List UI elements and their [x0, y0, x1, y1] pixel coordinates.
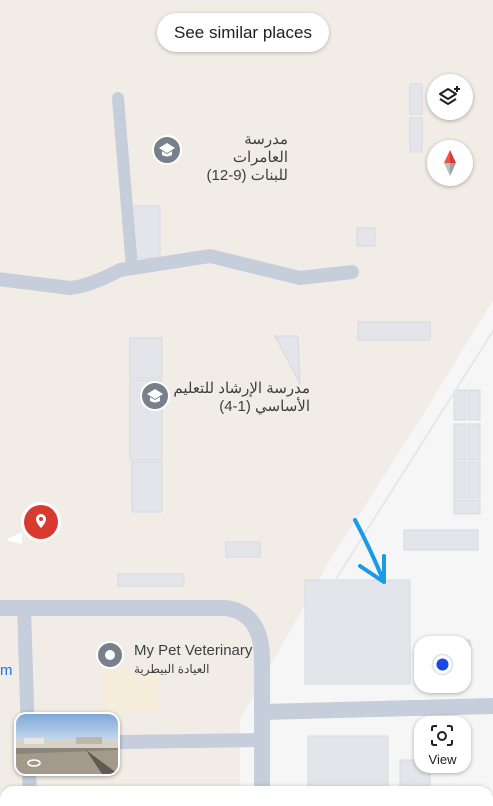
building [117, 573, 185, 587]
lens-view-button[interactable]: View [414, 716, 471, 773]
building [467, 423, 481, 461]
bottom-sheet-edge[interactable] [0, 786, 493, 806]
red-pin-marker [6, 502, 61, 544]
building [453, 499, 481, 515]
road [112, 92, 138, 274]
place-name-line: مدرسة العامرات [232, 131, 288, 166]
building [304, 579, 411, 685]
place-pin-icon [96, 641, 124, 669]
layers-plus-icon [439, 86, 460, 105]
place-label-school-2[interactable]: مدرسة الإرشاد للتعليم الأساسي (1-4) [160, 380, 310, 416]
see-similar-places-button[interactable]: See similar places [157, 13, 329, 52]
rotate-360-icon [27, 759, 41, 767]
compass-icon [444, 150, 456, 176]
building [409, 117, 423, 153]
see-similar-places-label: See similar places [174, 22, 312, 42]
building [467, 461, 481, 499]
building [356, 227, 376, 247]
building [453, 389, 467, 421]
place-name-line: للبنات (9-12) [206, 167, 288, 184]
place-name-line: مدرسة الإرشاد للتعليم [173, 380, 310, 397]
my-location-icon [431, 653, 454, 676]
compass-button[interactable] [427, 140, 473, 186]
my-location-button[interactable] [414, 636, 471, 693]
street-view-thumbnail[interactable] [14, 712, 120, 776]
place-name-line: My Pet Veterinary [134, 642, 253, 659]
edge-label: m [0, 662, 13, 679]
place-name-line: الأساسي (1-4) [219, 398, 310, 415]
building [131, 461, 163, 513]
camera-lens-icon [431, 725, 453, 746]
building [403, 529, 479, 551]
building [453, 461, 467, 499]
view-label: View [428, 752, 457, 767]
school-icon [152, 135, 182, 165]
building [274, 335, 301, 385]
building [357, 321, 431, 341]
building [129, 337, 163, 379]
place-label-school-1[interactable]: مدرسة العامرات للبنات (9-12) [188, 131, 288, 185]
building [225, 541, 261, 558]
place-name-line: العيادة البيطرية [134, 662, 210, 676]
road [0, 249, 359, 295]
road [254, 698, 493, 720]
building [409, 83, 423, 115]
layers-button[interactable] [427, 74, 473, 120]
building [453, 423, 467, 461]
road [113, 733, 269, 749]
place-label-veterinary[interactable]: My Pet Veterinary العيادة البيطرية [134, 642, 284, 678]
building [467, 389, 481, 421]
